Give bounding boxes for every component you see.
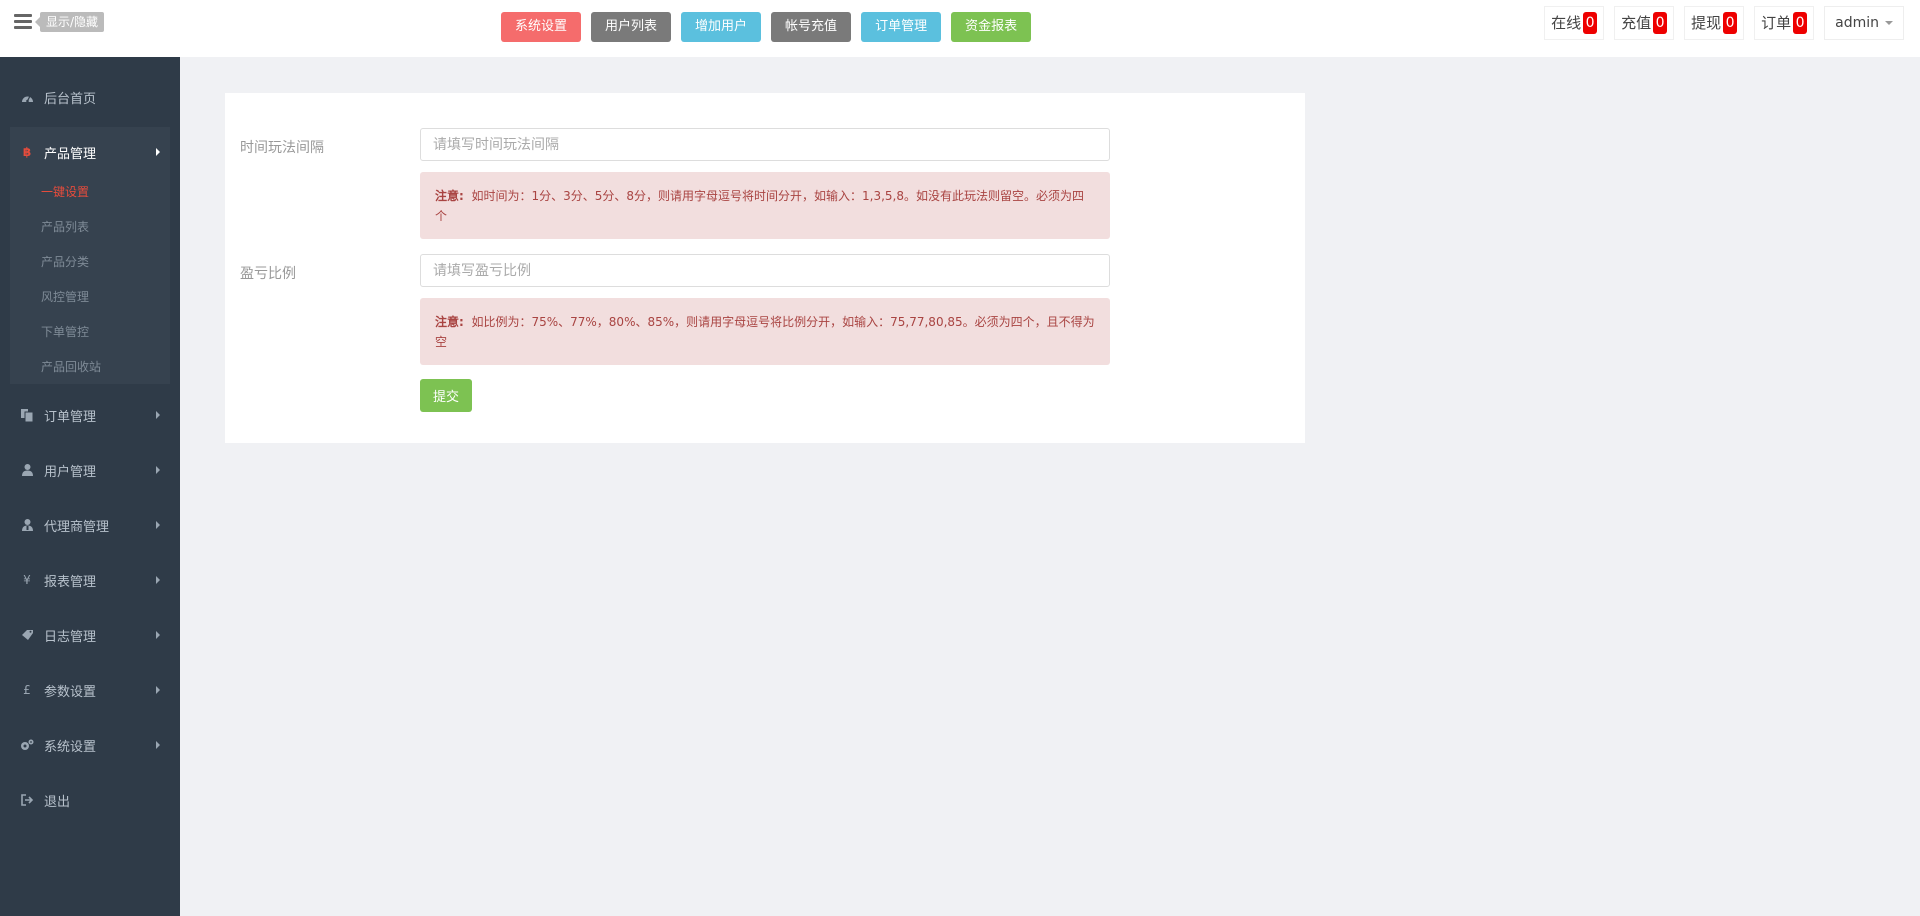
sidebar-item-label: 用户管理 xyxy=(44,464,97,480)
fund-report-button[interactable]: 资金报表 xyxy=(951,12,1032,42)
submenu-order-control[interactable]: 下单管控 xyxy=(41,323,89,340)
account-recharge-button[interactable]: 帐号充值 xyxy=(771,12,852,42)
sidebar-item-orders[interactable]: 订单管理 xyxy=(10,395,170,435)
sidebar-item-users[interactable]: 用户管理 xyxy=(10,450,170,490)
username: admin xyxy=(1835,15,1879,31)
withdraw-stat[interactable]: 提现 0 xyxy=(1684,6,1745,40)
online-stat[interactable]: 在线 0 xyxy=(1544,6,1605,40)
gears-icon xyxy=(20,738,34,752)
user-list-button[interactable]: 用户列表 xyxy=(591,12,672,42)
submenu-risk-control[interactable]: 风控管理 xyxy=(41,288,89,305)
sidebar-item-reports[interactable]: ¥ 报表管理 xyxy=(10,560,170,600)
submenu-product-recycle[interactable]: 产品回收站 xyxy=(41,358,101,375)
sidebar-item-label: 订单管理 xyxy=(44,409,97,425)
menu-toggle-icon[interactable] xyxy=(14,14,32,30)
sidebar-item-label: 后台首页 xyxy=(44,91,97,107)
yen-icon: ¥ xyxy=(23,573,31,587)
user-dropdown[interactable]: admin xyxy=(1824,6,1904,40)
caret-right-icon xyxy=(156,148,160,156)
caret-right-icon xyxy=(156,576,160,584)
submenu-product-category[interactable]: 产品分类 xyxy=(41,253,89,270)
caret-right-icon xyxy=(156,411,160,419)
submit-button[interactable]: 提交 xyxy=(420,379,473,412)
count-badge: 0 xyxy=(1583,12,1598,34)
dashboard-icon xyxy=(20,90,34,104)
time-interval-note: 注意: 如时间为：1分、3分、5分、8分，则请用字母逗号将时间分开，如输入：1,… xyxy=(420,172,1110,239)
note-title: 注意: xyxy=(435,189,464,203)
stat-label: 在线 xyxy=(1551,14,1582,32)
caret-right-icon xyxy=(156,631,160,639)
sidebar-item-label: 报表管理 xyxy=(44,574,97,590)
count-badge: 0 xyxy=(1793,12,1808,34)
note-title: 注意: xyxy=(435,315,464,329)
sidebar-item-label: 日志管理 xyxy=(44,629,97,645)
sidebar-item-label: 参数设置 xyxy=(44,684,97,700)
sidebar-item-products[interactable]: ฿ 产品管理 xyxy=(10,132,170,172)
header-stats: 在线 0 充值 0 提现 0 订单 0 admin xyxy=(1544,6,1904,40)
tag-icon xyxy=(20,628,34,642)
order-management-button[interactable]: 订单管理 xyxy=(861,12,942,42)
caret-right-icon xyxy=(156,466,160,474)
top-header: 显示/隐藏 系统设置 用户列表 增加用户 帐号充值 订单管理 资金报表 在线 0 … xyxy=(0,0,1920,57)
caret-right-icon xyxy=(156,741,160,749)
sidebar-item-parameters[interactable]: £ 参数设置 xyxy=(10,670,170,710)
time-interval-label: 时间玩法间隔 xyxy=(240,140,324,156)
sidebar: 后台首页 ฿ 产品管理 一键设置 产品列表 产品分类 风控管理 下单管控 产品回… xyxy=(0,57,180,916)
sidebar-item-label: 产品管理 xyxy=(44,146,97,162)
sidebar-item-logs[interactable]: 日志管理 xyxy=(10,615,170,655)
toggle-tooltip: 显示/隐藏 xyxy=(34,12,105,32)
files-icon xyxy=(20,408,34,422)
agent-icon xyxy=(20,518,34,532)
count-badge: 0 xyxy=(1723,12,1738,34)
submenu-one-click-settings[interactable]: 一键设置 xyxy=(41,183,89,200)
pound-icon: £ xyxy=(23,683,31,697)
sidebar-item-label: 代理商管理 xyxy=(44,519,110,535)
sidebar-item-logout[interactable]: 退出 xyxy=(10,780,170,820)
stat-label: 订单 xyxy=(1761,14,1792,32)
stat-label: 提现 xyxy=(1691,14,1722,32)
profit-ratio-label: 盈亏比例 xyxy=(240,266,296,282)
sidebar-item-system-settings[interactable]: 系统设置 xyxy=(10,725,170,765)
profit-ratio-note: 注意: 如比例为：75%、77%，80%、85%，则请用字母逗号将比例分开，如输… xyxy=(420,298,1110,365)
settings-form-card: 时间玩法间隔 注意: 如时间为：1分、3分、5分、8分，则请用字母逗号将时间分开… xyxy=(225,93,1305,443)
sidebar-item-dashboard[interactable]: 后台首页 xyxy=(10,77,170,117)
caret-down-icon xyxy=(1885,21,1893,25)
caret-right-icon xyxy=(156,521,160,529)
profit-ratio-input[interactable] xyxy=(420,254,1110,287)
sidebar-item-label: 退出 xyxy=(44,794,71,810)
count-badge: 0 xyxy=(1653,12,1668,34)
add-user-button[interactable]: 增加用户 xyxy=(681,12,762,42)
note-text: 如时间为：1分、3分、5分、8分，则请用字母逗号将时间分开，如输入：1,3,5,… xyxy=(435,189,1084,223)
system-settings-button[interactable]: 系统设置 xyxy=(501,12,582,42)
sidebar-item-label: 系统设置 xyxy=(44,739,97,755)
user-icon xyxy=(20,463,34,477)
recharge-stat[interactable]: 充值 0 xyxy=(1614,6,1675,40)
time-interval-input[interactable] xyxy=(420,128,1110,161)
quick-nav: 系统设置 用户列表 增加用户 帐号充值 订单管理 资金报表 xyxy=(501,12,1032,42)
submenu-product-list[interactable]: 产品列表 xyxy=(41,218,89,235)
note-text: 如比例为：75%、77%，80%、85%，则请用字母逗号将比例分开，如输入：75… xyxy=(435,315,1095,349)
sign-out-icon xyxy=(20,793,34,807)
order-stat[interactable]: 订单 0 xyxy=(1754,6,1815,40)
sidebar-item-agents[interactable]: 代理商管理 xyxy=(10,505,170,545)
bitcoin-icon: ฿ xyxy=(22,145,32,159)
stat-label: 充值 xyxy=(1621,14,1652,32)
caret-right-icon xyxy=(156,686,160,694)
